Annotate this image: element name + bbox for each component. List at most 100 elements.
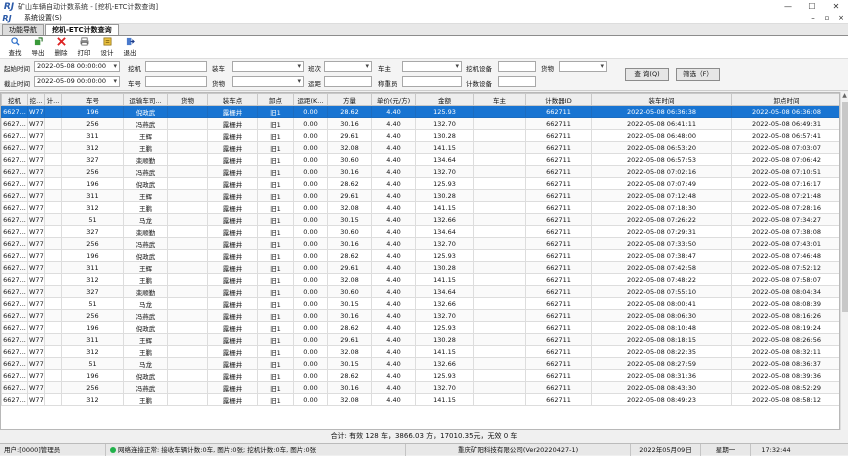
table-row[interactable]: 6627... W77 256 冯燕武 露栅井 旧1 0.00 30.16 4.40 132.70… bbox=[1, 165, 839, 178]
table-row[interactable]: 6627... W77 196 倪政武 露栅井 旧1 0.00 28.62 4.40 125.93… bbox=[1, 369, 839, 382]
table-row[interactable]: 6627... W77 312 王鹏 露栅井 旧1 0.00 32.08 4.40 141.15 6… bbox=[1, 201, 839, 214]
table-row[interactable]: 6627... W77 327 栾顺勤 露栅井 旧1 0.00 30.60 4.40 134.64… bbox=[1, 153, 839, 166]
mdi-restore-button[interactable]: ▫ bbox=[820, 14, 834, 22]
column-header[interactable]: 运输车司... bbox=[123, 93, 168, 106]
table-row[interactable]: 6627... W77 51 马龙 露栅井 旧1 0.00 30.15 4.40 132.66 66… bbox=[1, 297, 839, 310]
table-cell bbox=[167, 297, 208, 310]
path-input[interactable] bbox=[324, 76, 372, 87]
minimize-button[interactable]: — bbox=[776, 2, 800, 11]
table-row[interactable]: 6627... W77 256 冯燕武 露栅井 旧1 0.00 30.16 4.40 132.70… bbox=[1, 381, 839, 394]
table-row[interactable]: 6627... W77 256 冯燕武 露栅井 旧1 0.00 30.16 4.40 132.70… bbox=[1, 117, 839, 130]
table-row[interactable]: 6627... W77 311 王辉 露栅井 旧1 0.00 29.61 4.40 130.28 6… bbox=[1, 261, 839, 274]
column-header[interactable]: 方量 bbox=[327, 93, 372, 106]
query-button[interactable]: 查 询(Q) bbox=[625, 68, 669, 81]
column-header[interactable]: 金额 bbox=[415, 93, 474, 106]
weigher-input[interactable] bbox=[402, 76, 462, 87]
table-cell: 旧1 bbox=[257, 273, 294, 286]
table-cell: 312 bbox=[61, 141, 124, 154]
exit-button[interactable]: 退出 bbox=[119, 37, 141, 58]
column-header[interactable]: 挖机 bbox=[1, 93, 28, 106]
mdi-close-button[interactable]: × bbox=[834, 14, 848, 22]
table-row[interactable]: 6627... W77 312 王鹏 露栅井 旧1 0.00 32.08 4.40 141.15 6… bbox=[1, 273, 839, 286]
table-cell: 露栅井 bbox=[207, 273, 258, 286]
table-cell: 29.61 bbox=[327, 333, 372, 346]
start-time-input[interactable]: 2022-05-08 00:00:00 bbox=[34, 61, 120, 72]
table-row[interactable]: 6627... W77 51 马龙 露栅井 旧1 0.00 30.15 4.40 132.66 66… bbox=[1, 357, 839, 370]
table-row[interactable]: 6627... W77 311 王辉 露栅井 旧1 0.00 29.61 4.40 130.28 6… bbox=[1, 129, 839, 142]
table-row[interactable]: 6627... W77 327 栾顺勤 露栅井 旧1 0.00 30.60 4.40 134.64… bbox=[1, 285, 839, 298]
column-header[interactable]: 货物 bbox=[167, 93, 208, 106]
excavator-input[interactable] bbox=[145, 61, 207, 72]
column-header[interactable]: 运距(K... bbox=[293, 93, 328, 106]
table-row[interactable]: 6627... W77 312 王鹏 露栅井 旧1 0.00 32.08 4.40 141.15 6… bbox=[1, 393, 839, 406]
table-cell: 2022-05-08 08:36:37 bbox=[731, 357, 839, 370]
table-cell: 132.70 bbox=[415, 165, 474, 178]
table-row[interactable]: 6627... W77 311 王辉 露栅井 旧1 0.00 29.61 4.40 130.28 6… bbox=[1, 189, 839, 202]
find-button[interactable]: 查找 bbox=[4, 37, 26, 58]
tab-etc-query[interactable]: 挖机-ETC计数查询 bbox=[45, 24, 119, 35]
table-row[interactable]: 6627... W77 196 倪政武 露栅井 旧1 0.00 28.62 4.40 125.93… bbox=[1, 177, 839, 190]
vertical-scrollbar[interactable]: ▲ bbox=[840, 92, 848, 430]
table-row[interactable]: 6627... W77 327 栾顺勤 露栅井 旧1 0.00 30.60 4.40 134.64… bbox=[1, 225, 839, 238]
table-row[interactable]: 6627... W77 312 王鹏 露栅井 旧1 0.00 32.08 4.40 141.15 6… bbox=[1, 141, 839, 154]
table-cell: 冯燕武 bbox=[123, 309, 168, 322]
loaded-select[interactable] bbox=[232, 61, 304, 72]
mdi-minimize-button[interactable]: – bbox=[806, 14, 820, 22]
menu-system-settings[interactable]: 系统设置(S) bbox=[24, 13, 62, 23]
table-cell bbox=[44, 153, 62, 166]
column-header[interactable]: 车号 bbox=[61, 93, 124, 106]
table-cell: 30.16 bbox=[327, 237, 372, 250]
print-button[interactable]: 打印 bbox=[73, 37, 95, 58]
table-cell: 露栅井 bbox=[207, 357, 258, 370]
table-row[interactable]: 6627... W77 312 王鹏 露栅井 旧1 0.00 32.08 4.40 141.15 6… bbox=[1, 345, 839, 358]
column-header[interactable]: 计数器ID bbox=[525, 93, 592, 106]
table-cell: W77 bbox=[27, 333, 45, 346]
design-button[interactable]: 设计 bbox=[96, 37, 118, 58]
table-row[interactable]: 6627... W77 311 王辉 露栅井 旧1 0.00 29.61 4.40 130.28 6… bbox=[1, 333, 839, 346]
maximize-button[interactable]: ☐ bbox=[800, 2, 824, 11]
path-label: 运距 bbox=[308, 80, 321, 88]
team-select[interactable] bbox=[324, 61, 372, 72]
table-cell: 125.93 bbox=[415, 105, 474, 118]
export-button[interactable]: 导出 bbox=[27, 37, 49, 58]
end-time-input[interactable]: 2022-05-09 00:00:00 bbox=[34, 76, 120, 87]
column-header[interactable]: 车主 bbox=[473, 93, 526, 106]
scroll-up-icon[interactable]: ▲ bbox=[841, 92, 848, 101]
tab-navigation[interactable]: 功能导航 bbox=[2, 24, 44, 35]
plate-input[interactable] bbox=[145, 76, 207, 87]
table-cell: 4.40 bbox=[371, 249, 416, 262]
table-row[interactable]: 6627... W77 256 冯燕武 露栅井 旧1 0.00 30.16 4.40 132.70… bbox=[1, 237, 839, 250]
find-label: 查找 bbox=[8, 49, 22, 57]
table-cell: 6627... bbox=[1, 261, 28, 274]
table-row[interactable]: 6627... W77 51 马龙 露栅井 旧1 0.00 30.15 4.40 132.66 66… bbox=[1, 213, 839, 226]
table-cell: 30.16 bbox=[327, 381, 372, 394]
excavator-device-input[interactable] bbox=[498, 61, 536, 72]
table-row[interactable]: 6627... W77 196 倪政武 露栅井 旧1 0.00 28.62 4.40 125.93… bbox=[1, 249, 839, 262]
status-date: 2022年05月09日 bbox=[631, 443, 701, 456]
column-header[interactable]: 计... bbox=[44, 93, 62, 106]
count-device-input[interactable] bbox=[498, 76, 536, 87]
table-cell: 662711 bbox=[525, 261, 592, 274]
table-cell bbox=[44, 285, 62, 298]
material-select[interactable] bbox=[232, 76, 304, 87]
delete-button[interactable]: 删除 bbox=[50, 37, 72, 58]
table-row[interactable]: 6627... W77 256 冯燕武 露栅井 旧1 0.00 30.16 4.40 132.70… bbox=[1, 309, 839, 322]
column-header[interactable]: 装车点 bbox=[207, 93, 258, 106]
owner-select[interactable] bbox=[402, 61, 462, 72]
column-header[interactable]: 装车时间 bbox=[591, 93, 732, 106]
table-row[interactable]: 6627... W77 196 倪政武 露栅井 旧1 0.00 28.62 4.40 125.93… bbox=[1, 105, 839, 118]
table-cell: W77 bbox=[27, 297, 45, 310]
table-cell bbox=[44, 189, 62, 202]
table-cell: 312 bbox=[61, 345, 124, 358]
goods-select[interactable] bbox=[559, 61, 607, 72]
column-header[interactable]: 挖... bbox=[27, 93, 45, 106]
scrollbar-thumb[interactable] bbox=[842, 102, 848, 312]
column-header[interactable]: 卸点 bbox=[257, 93, 294, 106]
table-cell: 662711 bbox=[525, 321, 592, 334]
table-row[interactable]: 6627... W77 196 倪政武 露栅井 旧1 0.00 28.62 4.40 125.93… bbox=[1, 321, 839, 334]
column-header[interactable]: 卸点时间 bbox=[731, 93, 839, 106]
filter-panel: 起始时间 2022-05-08 00:00:00 截止时间 2022-05-09… bbox=[0, 59, 848, 91]
filter-button[interactable]: 筛选（F） bbox=[676, 68, 720, 81]
close-button[interactable]: ✕ bbox=[824, 2, 848, 11]
column-header[interactable]: 单价(元/方) bbox=[371, 93, 416, 106]
